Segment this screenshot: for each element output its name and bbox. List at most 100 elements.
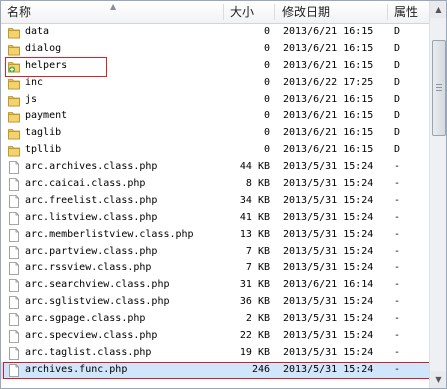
file-date: 2013/6/21 16:15 (283, 26, 374, 37)
file-date: 2013/5/31 15:24 (283, 313, 374, 325)
scroll-down-icon[interactable]: ▼ (430, 371, 446, 388)
selection-box (3, 361, 442, 379)
file-size: 22 KB (239, 330, 270, 342)
file-size: 8 KB (245, 178, 270, 190)
file-icon (8, 211, 20, 225)
file-date: 2013/5/31 15:24 (283, 178, 374, 190)
file-date: 2013/5/31 15:24 (283, 296, 374, 308)
file-name: taglib (25, 127, 62, 139)
file-name: arc.sglistview.class.php (25, 296, 170, 308)
column-name[interactable]: 名称 (7, 1, 31, 23)
file-size: 36 KB (239, 296, 270, 308)
file-size: 31 KB (239, 279, 270, 291)
file-name: arc.listview.class.php (25, 211, 158, 223)
file-row[interactable]: arc.sglistview.class.php 36 KB 2013/5/31 1… (1, 294, 429, 311)
file-icon (8, 313, 20, 327)
file-date: 2013/6/21 16:15 (283, 127, 374, 139)
vertical-scrollbar[interactable]: ▲ ▼ (429, 1, 446, 388)
file-icon (8, 279, 20, 293)
folder-icon (8, 127, 20, 140)
file-row[interactable]: inc 0 2013/6/22 17:25 D (1, 75, 429, 92)
file-name: dialog (25, 42, 62, 54)
file-size: 2 KB (245, 313, 270, 325)
file-name: arc.caicai.class.php (25, 178, 146, 190)
file-size: 0 (263, 144, 270, 156)
file-icon (8, 195, 20, 208)
file-name: arc.partview.class.php (25, 245, 158, 257)
column-divider[interactable] (274, 4, 275, 20)
file-attr: D (394, 59, 401, 71)
file-attr: D (394, 26, 401, 37)
file-row[interactable]: arc.taglist.class.php 19 KB 2013/5/31 15:2… (1, 345, 429, 362)
file-row[interactable]: arc.partview.class.php 7 KB 2013/5/31 15:2… (1, 244, 429, 261)
column-divider[interactable] (387, 4, 388, 20)
file-attr: D (394, 110, 401, 122)
file-date: 2013/5/31 15:24 (283, 228, 374, 240)
file-attr: - (394, 245, 401, 257)
file-date: 2013/6/21 16:14 (283, 279, 374, 291)
file-row[interactable]: arc.memberlistview.class.php 13 KB 2013/5/… (1, 227, 429, 244)
file-icon (8, 262, 20, 276)
file-icon (8, 245, 20, 259)
file-date: 2013/5/31 15:24 (283, 194, 374, 206)
column-date[interactable]: 修改日期 (282, 1, 330, 23)
file-row[interactable]: taglib 0 2013/6/21 16:15 D (1, 125, 429, 142)
file-row[interactable]: arc.rssview.class.php 7 KB 2013/5/31 15:24… (1, 260, 429, 277)
file-row[interactable]: arc.freelist.class.php 34 KB 2013/5/31 15:… (1, 193, 429, 210)
file-row[interactable]: dialog 0 2013/6/21 16:15 D (1, 41, 429, 58)
file-attr: D (394, 127, 401, 139)
file-row[interactable]: archives.func.php 246 2013/5/31 15:24- (1, 361, 442, 379)
file-date: 2013/5/31 15:24 (283, 262, 374, 274)
file-name: arc.archives.class.php (25, 161, 158, 173)
file-date: 2013/6/21 16:15 (283, 110, 374, 122)
column-size[interactable]: 大小 (230, 1, 254, 23)
file-name: arc.taglist.class.php (25, 346, 152, 358)
file-row[interactable]: arc.caicai.class.php 8 KB 2013/5/31 15:24 - (1, 176, 429, 193)
folder-icon (8, 77, 20, 90)
file-size: 0 (263, 76, 270, 88)
file-icon (8, 296, 20, 310)
column-attr[interactable]: 属性 (394, 1, 418, 23)
file-icon (8, 178, 20, 191)
file-attr: - (394, 262, 401, 274)
column-divider[interactable] (223, 4, 224, 20)
file-row[interactable]: arc.archives.class.php 44 KB 2013/5/31 15:… (1, 159, 429, 176)
scroll-thumb[interactable] (432, 40, 446, 136)
file-size: 7 KB (245, 245, 270, 257)
file-row[interactable]: arc.sgpage.class.php 2 KB 2013/5/31 15:24 - (1, 311, 429, 328)
file-name: arc.searchview.class.php (25, 279, 170, 291)
file-size: 0 (263, 26, 270, 37)
file-attr: D (394, 42, 401, 54)
file-row[interactable]: data 0 2013/6/21 16:15 D (1, 24, 429, 41)
file-icon (8, 228, 20, 242)
file-size: 13 KB (239, 228, 270, 240)
file-size: 44 KB (239, 161, 270, 173)
file-size: 34 KB (239, 194, 270, 206)
file-date: 2013/6/21 16:15 (283, 42, 374, 54)
file-icon (8, 330, 20, 343)
file-attr: - (394, 178, 401, 190)
file-row[interactable]: arc.specview.class.php 22 KB 2013/5/31 15:… (1, 328, 429, 345)
file-rows: data 0 2013/6/21 16:15 Ddialog 0 2013/6/21 16… (1, 24, 442, 379)
file-name: arc.specview.class.php (25, 330, 158, 342)
file-list-window: 名称 ▲ 大小 修改日期 属性 data 0 2013/6/21 16:15 Ddia… (0, 0, 447, 389)
folder-icon (8, 26, 20, 39)
file-row[interactable]: arc.listview.class.php 41 KB 2013/5/31 15:… (1, 210, 429, 227)
scroll-up-icon[interactable]: ▲ (430, 1, 446, 18)
file-row[interactable]: arc.searchview.class.php 31 KB 2013/6/21 1… (1, 277, 429, 294)
file-attr: D (394, 76, 401, 88)
file-icon (8, 161, 20, 175)
file-date: 2013/6/21 16:15 (283, 144, 374, 156)
file-date: 2013/5/31 15:24 (283, 346, 374, 358)
file-row[interactable]: tpllib 0 2013/6/21 16:15 D (1, 142, 429, 159)
file-row[interactable]: helpers 0 2013/6/21 16:15 D (1, 56, 429, 77)
file-size: 7 KB (245, 262, 270, 274)
file-row[interactable]: js 0 2013/6/21 16:15 D (1, 92, 429, 109)
file-name: tpllib (25, 144, 62, 156)
file-name: arc.memberlistview.class.php (25, 228, 194, 240)
file-attr: - (394, 296, 401, 308)
file-name: arc.sgpage.class.php (25, 313, 146, 325)
file-size: 19 KB (239, 346, 270, 358)
file-name: arc.freelist.class.php (25, 194, 158, 206)
file-row[interactable]: payment 0 2013/6/21 16:15 D (1, 108, 429, 125)
